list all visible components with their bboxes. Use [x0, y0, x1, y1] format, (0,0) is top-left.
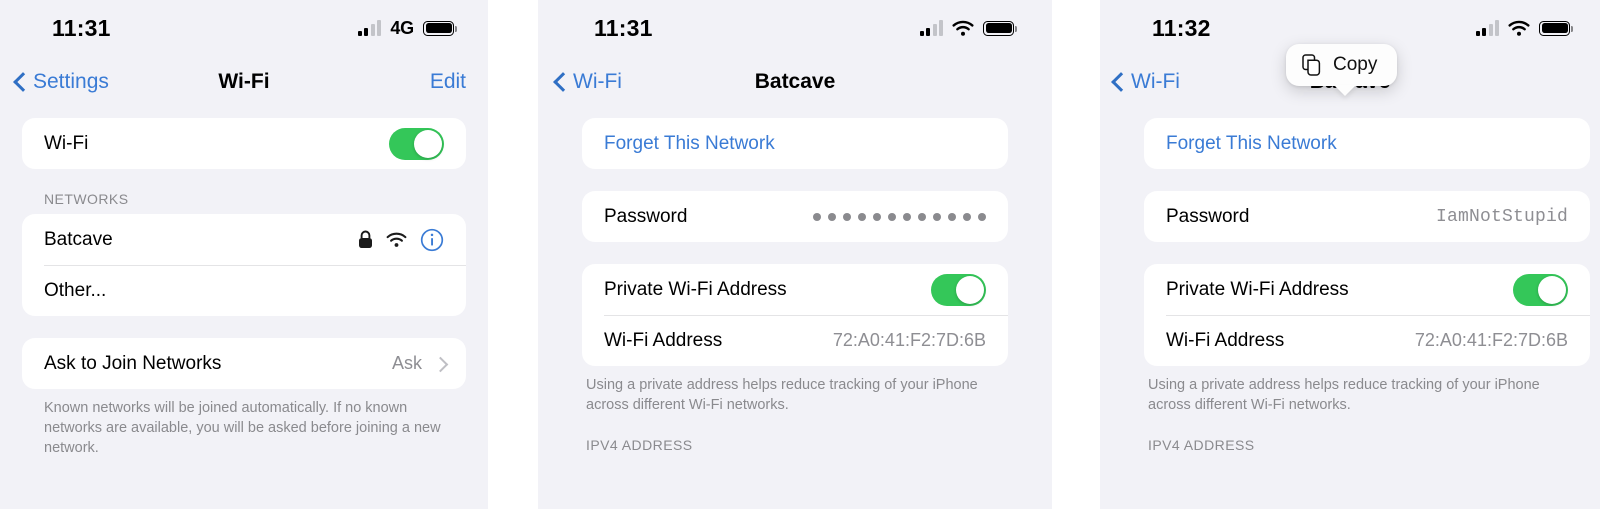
ask-to-join-accessory: Ask: [392, 353, 444, 374]
panel-wifi-list: 11:31 4G Settings Wi-Fi Edit Wi-Fi NETWO…: [0, 0, 488, 509]
wifi-icon: [952, 20, 974, 37]
row-private-wifi-address[interactable]: Private Wi-Fi Address: [582, 264, 1008, 315]
private-address-label: Private Wi-Fi Address: [604, 278, 787, 300]
battery-icon: [983, 20, 1017, 36]
private-address-footnote: Using a private address helps reduce tra…: [1148, 377, 1540, 413]
list-item[interactable]: Other...: [22, 265, 466, 316]
edit-button[interactable]: Edit: [430, 70, 466, 94]
battery-icon: [1539, 20, 1573, 36]
copy-label: Copy: [1333, 54, 1378, 75]
forget-network-label: Forget This Network: [1166, 132, 1337, 154]
private-address-label: Private Wi-Fi Address: [1166, 278, 1349, 300]
back-button-label: Wi-Fi: [1131, 70, 1180, 93]
private-address-card: Private Wi-Fi Address Wi-Fi Address 72:A…: [1144, 264, 1590, 366]
row-password[interactable]: Password: [582, 191, 1008, 242]
status-clock: 11:32: [1152, 14, 1211, 41]
wifi-toggle-switch[interactable]: [389, 127, 444, 160]
copy-button[interactable]: Copy: [1286, 44, 1398, 86]
network-name-batcave: Batcave: [44, 228, 113, 250]
copy-callout: Copy: [1286, 44, 1398, 96]
chevron-left-icon: [554, 72, 566, 92]
password-masked-dots: [813, 212, 986, 221]
row-forget-network[interactable]: Forget This Network: [1144, 118, 1590, 169]
callout-tail: [1334, 85, 1356, 96]
status-indicators: [1475, 20, 1573, 37]
panel-gutter-2: [1052, 0, 1100, 509]
password-value: IamNotStupid: [1435, 206, 1568, 227]
wifi-icon: [386, 232, 407, 248]
status-clock: 11:31: [594, 14, 653, 41]
wifi-address-value: 72:A0:41:F2:7D:6B: [1414, 330, 1568, 350]
panel-network-details-revealed: 11:32 Wi-Fi Batcave: [1100, 0, 1600, 509]
networks-section-header: NETWORKS: [44, 191, 129, 207]
list-item[interactable]: Batcave: [22, 214, 466, 265]
info-icon[interactable]: [420, 228, 444, 252]
networks-card: Batcave Other...: [22, 214, 466, 316]
ask-to-join-card: Ask to Join Networks Ask: [22, 338, 466, 389]
private-address-toggle-switch[interactable]: [931, 273, 986, 306]
back-button-wifi[interactable]: Wi-Fi: [1112, 70, 1180, 94]
back-button-settings[interactable]: Settings: [14, 70, 109, 94]
ipv4-section-header: IPV4 ADDRESS: [1148, 437, 1255, 453]
password-label: Password: [1166, 205, 1250, 227]
status-bar: 11:31: [538, 0, 1052, 56]
chevron-right-icon: [435, 356, 444, 372]
panel-content: Forget This Network Password Private Wi-…: [538, 108, 1052, 460]
forget-network-card: Forget This Network: [582, 118, 1008, 169]
ipv4-section-header: IPV4 ADDRESS: [586, 437, 693, 453]
battery-icon: [423, 20, 457, 36]
ask-to-join-value: Ask: [391, 353, 422, 373]
status-indicators: [919, 20, 1017, 37]
back-button-label: Settings: [33, 70, 109, 93]
password-label: Password: [604, 205, 688, 227]
forget-network-label: Forget This Network: [604, 132, 775, 154]
network-type-label: 4G: [390, 17, 414, 38]
password-card: Password: [582, 191, 1008, 242]
row-private-wifi-address[interactable]: Private Wi-Fi Address: [1144, 264, 1590, 315]
row-forget-network[interactable]: Forget This Network: [582, 118, 1008, 169]
status-indicators: 4G: [357, 17, 457, 39]
ask-to-join-label: Ask to Join Networks: [44, 352, 222, 374]
private-address-card: Private Wi-Fi Address Wi-Fi Address 72:A…: [582, 264, 1008, 366]
status-bar: 11:31 4G: [0, 0, 488, 56]
forget-network-card: Forget This Network: [1144, 118, 1590, 169]
row-wifi-toggle[interactable]: Wi-Fi: [22, 118, 466, 169]
wifi-toggle-label: Wi-Fi: [44, 132, 89, 154]
row-password[interactable]: Password IamNotStupid: [1144, 191, 1590, 242]
private-address-footnote: Using a private address helps reduce tra…: [586, 377, 978, 413]
signal-bars-icon: [1475, 20, 1499, 36]
nav-bar: Wi-Fi Batcave: [538, 56, 1052, 108]
row-ask-to-join[interactable]: Ask to Join Networks Ask: [22, 338, 466, 389]
password-card: Password IamNotStupid: [1144, 191, 1590, 242]
copy-icon: [1302, 54, 1322, 76]
nav-bar: Settings Wi-Fi Edit: [0, 56, 488, 108]
screenshot-strip: 11:31 4G Settings Wi-Fi Edit Wi-Fi NETWO…: [0, 0, 1600, 509]
chevron-left-icon: [1112, 72, 1124, 92]
private-address-toggle-switch[interactable]: [1513, 273, 1568, 306]
wifi-address-value: 72:A0:41:F2:7D:6B: [832, 330, 986, 350]
network-name-other: Other...: [44, 279, 107, 301]
panel-content: Wi-Fi NETWORKS Batcave Other... Ask to J…: [0, 108, 488, 458]
wifi-address-label: Wi-Fi Address: [1166, 329, 1285, 351]
ask-to-join-footnote: Known networks will be joined automatica…: [44, 400, 441, 456]
chevron-left-icon: [14, 72, 26, 92]
wifi-toggle-card: Wi-Fi: [22, 118, 466, 169]
back-button-wifi[interactable]: Wi-Fi: [554, 70, 622, 94]
panel-gutter-1: [488, 0, 538, 509]
signal-bars-icon: [919, 20, 943, 36]
network-accessories: [358, 228, 444, 252]
wifi-icon: [1508, 20, 1530, 37]
panel-network-details-masked: 11:31 Wi-Fi Batcave Forget This Network …: [538, 0, 1052, 509]
panel-content: Forget This Network Password IamNotStupi…: [1100, 108, 1600, 460]
row-wifi-address: Wi-Fi Address 72:A0:41:F2:7D:6B: [1144, 315, 1590, 366]
status-clock: 11:31: [52, 14, 111, 41]
wifi-address-label: Wi-Fi Address: [604, 329, 723, 351]
back-button-label: Wi-Fi: [573, 70, 622, 93]
lock-icon: [358, 230, 373, 249]
signal-bars-icon: [357, 20, 382, 36]
row-wifi-address: Wi-Fi Address 72:A0:41:F2:7D:6B: [582, 315, 1008, 366]
